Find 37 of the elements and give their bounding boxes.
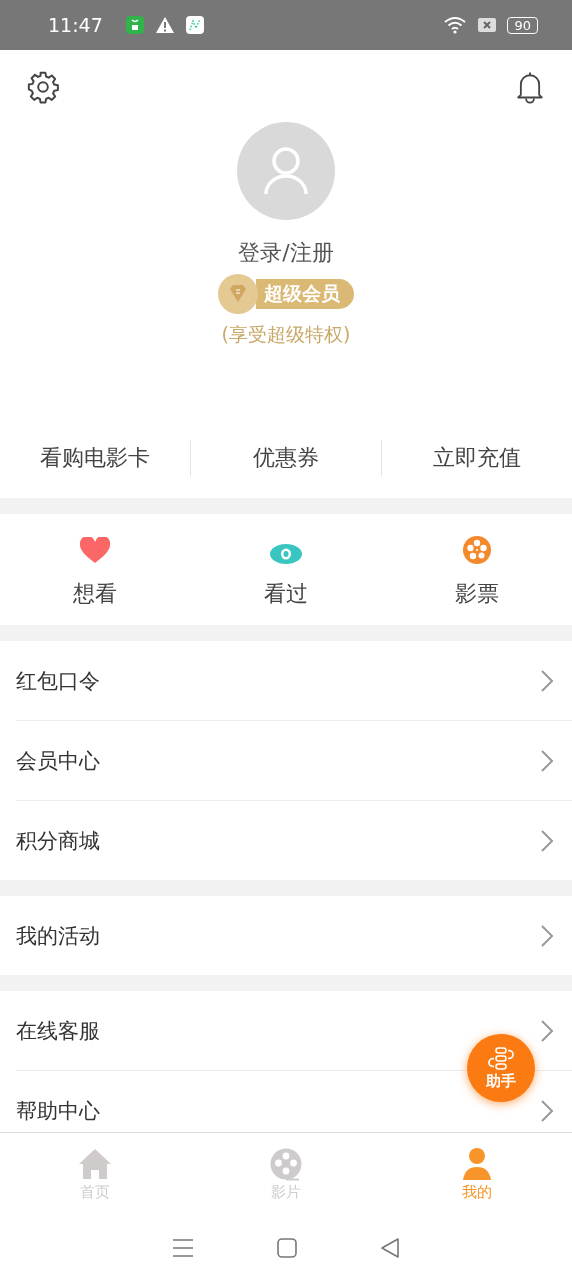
menu-item[interactable]: 积分商城 — [16, 826, 100, 855]
chevron-right-icon — [540, 923, 554, 948]
login-register-link[interactable]: 登录/注册 — [238, 238, 334, 268]
quick-link[interactable]: 优惠券 — [191, 443, 381, 473]
app-notification-icon — [124, 15, 145, 35]
settings-icon[interactable] — [26, 70, 60, 104]
wifi-icon — [443, 16, 468, 34]
quick-link[interactable]: 立即充值 — [382, 443, 572, 473]
shortcut-label[interactable]: 想看 — [73, 579, 118, 609]
no-sim-icon — [477, 17, 498, 33]
warning-icon — [154, 16, 175, 34]
chevron-right-icon — [540, 668, 554, 693]
menu-item[interactable]: 会员中心 — [16, 746, 100, 775]
back-icon[interactable] — [380, 1236, 401, 1259]
menu-item[interactable]: 我的活动 — [16, 921, 100, 950]
notification-bell-icon[interactable] — [514, 70, 546, 104]
shortcut-label[interactable]: 看过 — [264, 579, 308, 609]
battery-indicator: 90 — [507, 16, 538, 34]
app-notification-icon — [184, 15, 205, 35]
menu-icon[interactable] — [171, 1236, 194, 1259]
menu-item[interactable]: 在线客服 — [16, 1016, 100, 1045]
eye-icon[interactable] — [269, 543, 303, 565]
film-reel-icon[interactable] — [461, 535, 492, 565]
home-icon — [78, 1146, 113, 1181]
quick-link[interactable]: 看购电影卡 — [0, 443, 190, 473]
heart-icon[interactable] — [79, 537, 112, 565]
chevron-right-icon — [540, 1018, 554, 1043]
menu-item[interactable]: 帮助中心 — [16, 1096, 100, 1125]
status-time: 11:47 — [48, 14, 103, 36]
chevron-right-icon — [540, 1098, 554, 1123]
film-reel-icon — [269, 1146, 303, 1181]
chevron-right-icon — [540, 748, 554, 773]
chevron-right-icon — [540, 828, 554, 853]
menu-item[interactable]: 红包口令 — [16, 666, 100, 695]
shortcut-label[interactable]: 影票 — [454, 579, 499, 609]
member-note: (享受超级特权) — [221, 322, 351, 347]
home-button-icon[interactable] — [277, 1237, 297, 1258]
